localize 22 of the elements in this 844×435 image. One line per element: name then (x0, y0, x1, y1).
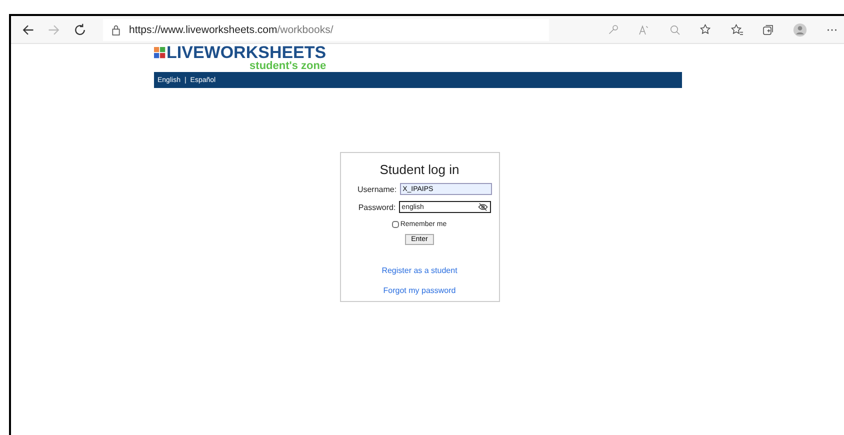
link[interactable]: Register as a student (382, 266, 458, 275)
password-label: Password: (358, 202, 396, 212)
back-arrow-icon[interactable] (21, 22, 35, 36)
profile-avatar-icon[interactable] (793, 22, 807, 36)
url-text: https://www.liveworksheets.com/workbooks/ (129, 24, 334, 36)
link[interactable]: Forgot my password (383, 286, 456, 295)
logo-text: LIVEWORKSHEETS (166, 44, 326, 61)
read-aloud-icon[interactable] (638, 24, 650, 36)
tagline: student's zone (250, 61, 326, 72)
colored-blocks-icon (154, 47, 166, 59)
eye-slash-icon[interactable] (478, 203, 488, 211)
collections-icon[interactable] (762, 24, 774, 36)
username-label: Username: (357, 184, 397, 194)
key-icon[interactable] (607, 24, 619, 36)
login-title: Student log in (380, 162, 460, 177)
favorites-icon[interactable] (731, 24, 743, 36)
refresh-icon[interactable] (73, 22, 87, 36)
star-add-icon[interactable] (700, 24, 712, 36)
remember-checkbox[interactable] (392, 221, 400, 228)
address-bar[interactable]: https://www.liveworksheets.com/workbooks/ (103, 18, 549, 40)
lock-icon (111, 24, 121, 36)
zoom-icon[interactable] (669, 24, 681, 36)
